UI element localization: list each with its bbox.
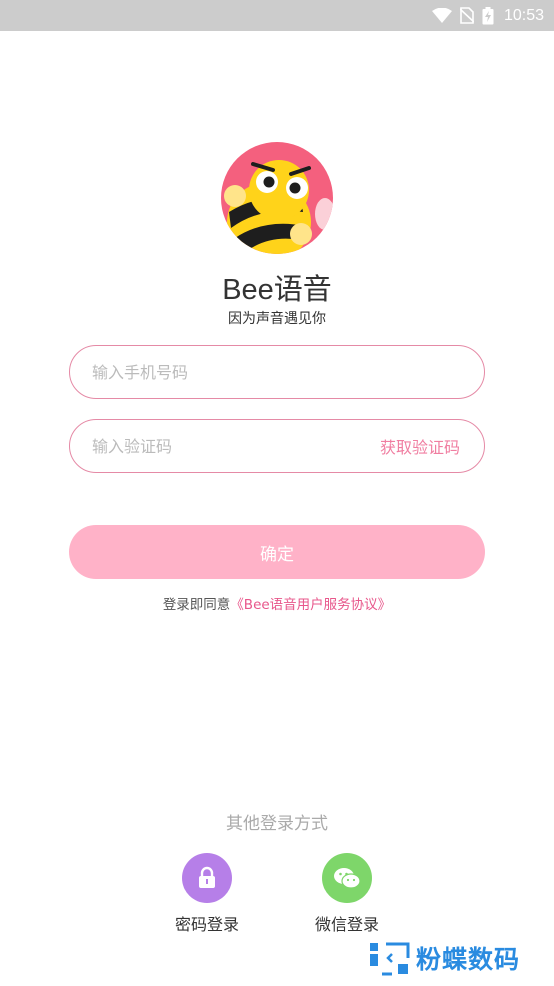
code-input[interactable] — [92, 420, 372, 472]
confirm-button[interactable]: 确定 — [69, 525, 485, 579]
watermark-logo-icon — [370, 942, 410, 976]
password-login-label: 密码登录 — [174, 915, 239, 934]
phone-field[interactable] — [69, 345, 485, 399]
wechat-login-label: 微信登录 — [314, 915, 379, 934]
get-code-button[interactable]: 获取验证码 — [380, 420, 460, 472]
no-sim-icon — [459, 7, 474, 24]
phone-input[interactable] — [92, 346, 372, 398]
app-name: Bee语音 — [222, 274, 332, 306]
agreement-link[interactable]: 《Bee语音用户服务协议》 — [230, 597, 391, 613]
watermark-text: 粉蝶数码 — [416, 945, 521, 974]
agreement-prefix: 登录即同意 — [162, 597, 231, 613]
wechat-login-button[interactable]: 微信登录 — [297, 853, 397, 935]
status-time: 10:53 — [503, 6, 544, 24]
lock-icon[interactable] — [182, 853, 232, 903]
other-login-title: 其他登录方式 — [226, 814, 328, 834]
watermark: 粉蝶数码 — [368, 938, 520, 978]
code-field[interactable]: 获取验证码 — [69, 419, 485, 473]
wechat-icon[interactable] — [322, 853, 372, 903]
wifi-icon — [431, 7, 452, 24]
password-login-button[interactable]: 密码登录 — [157, 853, 257, 935]
app-logo — [221, 142, 333, 254]
app-tagline: 因为声音遇见你 — [228, 311, 326, 327]
agreement-text: 登录即同意《Bee语音用户服务协议》 — [0, 593, 554, 613]
status-bar: 10:53 — [0, 0, 554, 31]
battery-charging-icon — [482, 6, 494, 25]
